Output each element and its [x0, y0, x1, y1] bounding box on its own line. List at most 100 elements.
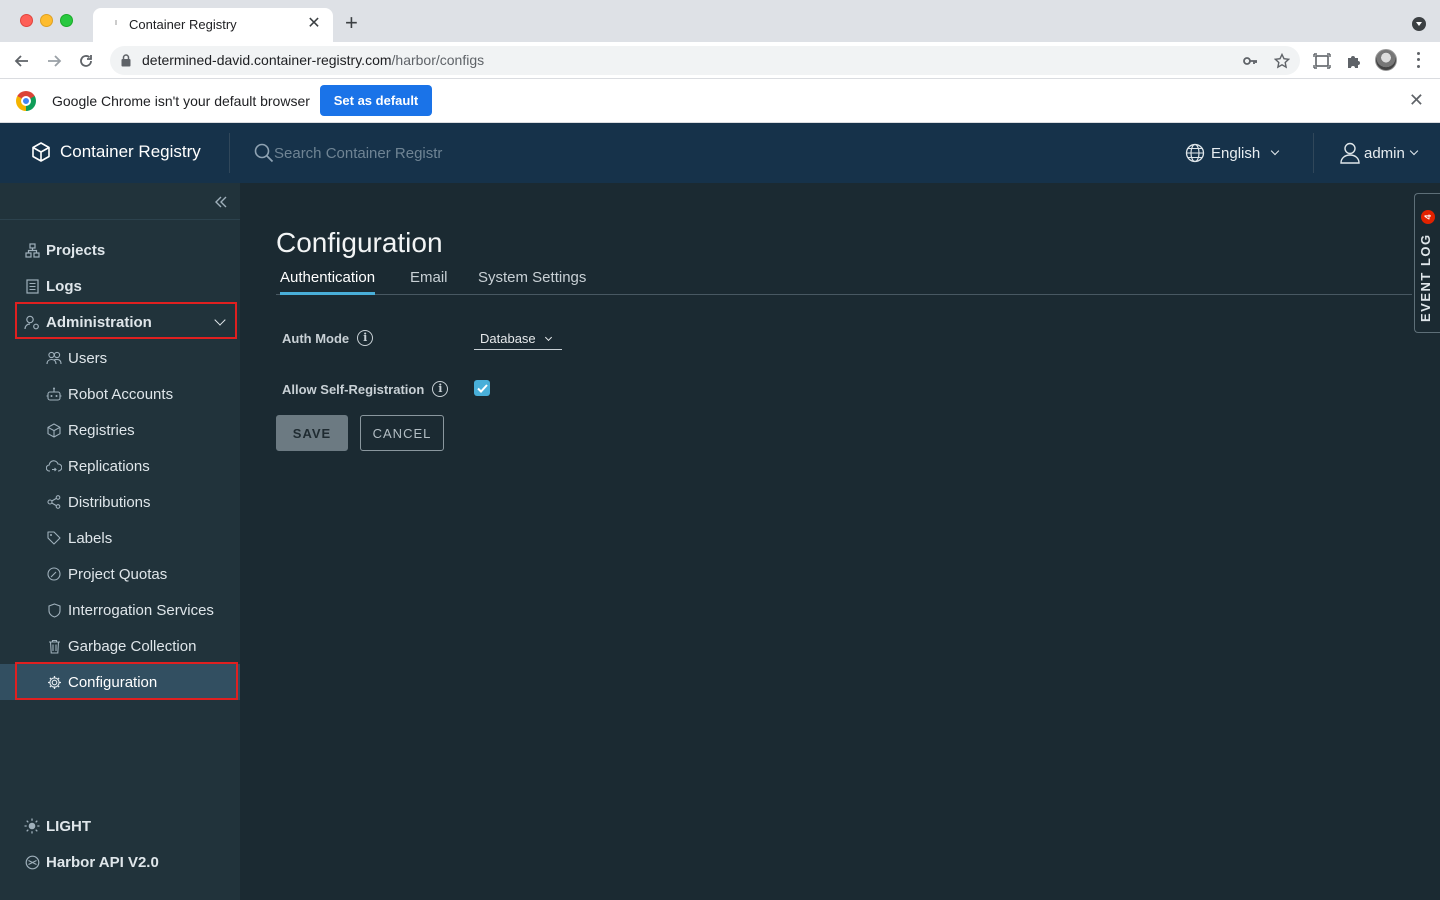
sidebar-item-distributions[interactable]: Distributions — [0, 484, 240, 520]
tab-system-settings[interactable]: System Settings — [478, 269, 586, 292]
chevron-down-icon — [544, 333, 552, 341]
collapse-sidebar-icon[interactable] — [214, 195, 228, 213]
event-log-label: EVENT LOG — [1418, 233, 1433, 322]
user-name: admin — [1364, 144, 1405, 162]
harbor-api-link[interactable]: Harbor API V2.0 — [0, 844, 240, 880]
sidebar-item-projects[interactable]: Projects — [0, 232, 240, 268]
sidebar-item-label: Users — [68, 349, 108, 367]
config-tabs: Authentication Email System Settings — [276, 269, 1412, 295]
auth-mode-select[interactable]: Database — [474, 328, 562, 350]
forward-arrow-icon[interactable] — [42, 49, 66, 73]
tab-email[interactable]: Email — [410, 269, 448, 292]
sidebar-item-label: Administration — [46, 313, 152, 331]
screen-capture-icon[interactable] — [1311, 50, 1333, 72]
sidebar-item-administration[interactable]: Administration — [0, 304, 240, 340]
info-icon[interactable]: i — [357, 330, 374, 346]
sidebar-item-logs[interactable]: Logs — [0, 268, 240, 304]
auth-mode-label-text: Auth Mode — [282, 330, 350, 346]
browser-menu-icon[interactable] — [1412, 50, 1424, 70]
sun-icon — [24, 818, 40, 834]
star-icon[interactable] — [1272, 51, 1292, 71]
global-search-input[interactable] — [274, 142, 474, 164]
sidebar-item-label: Robot Accounts — [68, 385, 174, 403]
sidebar-item-label: Interrogation Services — [68, 601, 214, 619]
theme-toggle-light[interactable]: LIGHT — [0, 808, 240, 844]
registry-logo-icon — [32, 142, 50, 162]
browser-toolbar: determined-david.container-registry.com/… — [0, 42, 1440, 79]
sidebar-item-replications[interactable]: Replications — [0, 448, 240, 484]
robot-icon — [46, 386, 62, 402]
user-menu[interactable]: admin — [1340, 142, 1419, 164]
header-divider — [229, 133, 230, 173]
language-label: English — [1211, 144, 1261, 162]
chevron-down-icon — [1409, 146, 1419, 156]
sidebar-item-robot-accounts[interactable]: Robot Accounts — [0, 376, 240, 412]
api-icon — [24, 854, 40, 870]
sidebar-item-label: Projects — [46, 241, 106, 259]
chevron-down-icon — [1270, 146, 1280, 156]
sidebar-item-label: Garbage Collection — [68, 637, 197, 655]
sidebar-footer-label: LIGHT — [46, 817, 91, 835]
event-log-badge: 4 — [1421, 210, 1435, 224]
distributions-icon — [46, 494, 62, 510]
tab-favicon-icon — [115, 20, 117, 25]
cancel-button[interactable]: CANCEL — [360, 415, 444, 451]
self-registration-checkbox[interactable] — [474, 380, 490, 396]
sidebar-item-project-quotas[interactable]: Project Quotas — [0, 556, 240, 592]
user-icon — [1340, 142, 1360, 164]
sidebar-item-label: Replications — [68, 457, 150, 475]
self-registration-label-text: Allow Self-Registration — [282, 381, 425, 397]
back-arrow-icon[interactable] — [10, 49, 34, 73]
projects-icon — [24, 242, 40, 258]
tab-title: Container Registry — [129, 17, 237, 32]
infobar-close-icon[interactable]: ✕ — [1409, 91, 1424, 109]
tab-search-icon[interactable] — [1412, 17, 1426, 31]
sidebar-item-garbage-collection[interactable]: Garbage Collection — [0, 628, 240, 664]
trash-icon — [46, 638, 62, 654]
quota-icon — [46, 566, 62, 582]
globe-icon — [1185, 143, 1205, 163]
url-text: determined-david.container-registry.com/… — [142, 52, 484, 68]
sidebar-item-registries[interactable]: Registries — [0, 412, 240, 448]
header-divider — [1313, 133, 1314, 173]
shield-icon — [46, 602, 62, 618]
sidebar: Projects Logs Administration Users Robot… — [0, 183, 240, 900]
address-bar[interactable]: determined-david.container-registry.com/… — [110, 46, 1300, 75]
sidebar-item-interrogation-services[interactable]: Interrogation Services — [0, 592, 240, 628]
set-as-default-button[interactable]: Set as default — [320, 85, 432, 116]
browser-tab[interactable]: Container Registry ✕ — [93, 8, 333, 42]
url-path: /harbor/configs — [391, 52, 485, 68]
info-icon[interactable]: i — [432, 381, 449, 397]
sidebar-item-labels[interactable]: Labels — [0, 520, 240, 556]
new-tab-button[interactable]: + — [345, 12, 358, 34]
tab-authentication[interactable]: Authentication — [280, 269, 376, 295]
window-minimize-button[interactable] — [40, 14, 53, 27]
default-browser-infobar: Google Chrome isn't your default browser… — [0, 79, 1440, 123]
sidebar-item-label: Logs — [46, 277, 82, 295]
sidebar-item-configuration[interactable]: Configuration — [0, 664, 240, 700]
reload-icon[interactable] — [74, 49, 98, 73]
lock-icon — [121, 54, 131, 67]
search-icon — [254, 143, 274, 163]
window-close-button[interactable] — [20, 14, 33, 27]
administration-icon — [24, 314, 40, 330]
tag-icon — [46, 530, 62, 546]
key-icon[interactable] — [1240, 51, 1260, 71]
window-maximize-button[interactable] — [60, 14, 73, 27]
profile-avatar[interactable] — [1375, 49, 1397, 71]
sidebar-item-users[interactable]: Users — [0, 340, 240, 376]
save-button[interactable]: SAVE — [276, 415, 348, 451]
sidebar-item-label: Project Quotas — [68, 565, 168, 583]
brand-link[interactable]: Container Registry — [32, 142, 201, 162]
chrome-logo-icon — [16, 91, 36, 111]
browser-tab-strip: Container Registry ✕ + — [0, 0, 1440, 42]
language-dropdown[interactable]: English — [1185, 143, 1280, 163]
sidebar-item-label: Registries — [68, 421, 135, 439]
extensions-puzzle-icon[interactable] — [1343, 50, 1365, 72]
main-content: Configuration Authentication Email Syste… — [240, 183, 1440, 900]
event-log-tab[interactable]: 4 EVENT LOG — [1414, 193, 1440, 333]
users-icon — [46, 350, 62, 366]
sidebar-divider — [0, 219, 240, 220]
tab-close-icon[interactable]: ✕ — [305, 15, 323, 33]
sidebar-item-label: Configuration — [68, 673, 158, 691]
